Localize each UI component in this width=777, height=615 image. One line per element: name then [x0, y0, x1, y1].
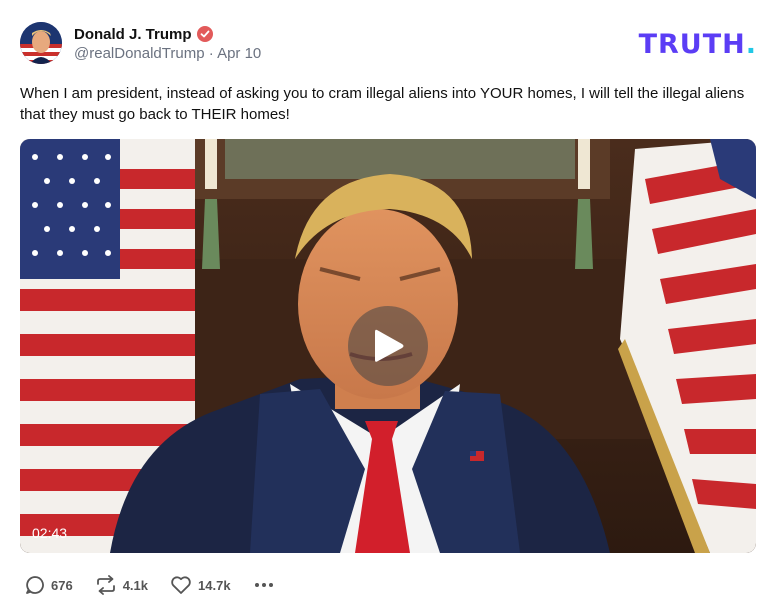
post-text: When I am president, instead of asking y…	[20, 85, 745, 123]
logo-dot: .	[745, 29, 757, 60]
retruth-button[interactable]: 4.1k	[95, 575, 148, 595]
like-button[interactable]: 14.7k	[170, 575, 231, 595]
truth-logo[interactable]: TRUTH.	[639, 29, 757, 60]
author-handle[interactable]: @realDonaldTrump	[74, 45, 205, 62]
reply-icon	[26, 576, 44, 594]
post-actions: 676 4.1k 14.7k	[25, 574, 275, 596]
more-dot	[268, 583, 273, 587]
play-icon	[375, 329, 404, 362]
like-count: 14.7k	[198, 577, 231, 593]
more-dot	[254, 583, 259, 587]
author-meta: @realDonaldTrump · Apr 10	[74, 45, 261, 62]
verified-badge-icon	[196, 26, 213, 42]
post-header: Donald J. Trump @realDonaldTrump · Apr 1…	[20, 22, 757, 64]
author-name[interactable]: Donald J. Trump	[74, 26, 192, 43]
post-date[interactable]: Apr 10	[217, 45, 261, 62]
reply-count: 676	[51, 577, 73, 593]
heart-icon	[171, 576, 191, 594]
author-name-row: Donald J. Trump	[74, 24, 213, 44]
play-button[interactable]	[348, 306, 428, 386]
more-dot	[261, 583, 266, 587]
retruth-icon	[96, 575, 115, 595]
meta-separator: ·	[208, 45, 214, 62]
avatar[interactable]	[20, 22, 62, 64]
logo-text: TRUTH	[638, 29, 746, 60]
reply-button[interactable]: 676	[25, 575, 73, 595]
more-options-icon[interactable]	[253, 581, 275, 589]
video-duration: 02:43	[32, 525, 68, 541]
retruth-count: 4.1k	[122, 577, 149, 593]
video-player[interactable]: 02:43	[20, 139, 756, 553]
